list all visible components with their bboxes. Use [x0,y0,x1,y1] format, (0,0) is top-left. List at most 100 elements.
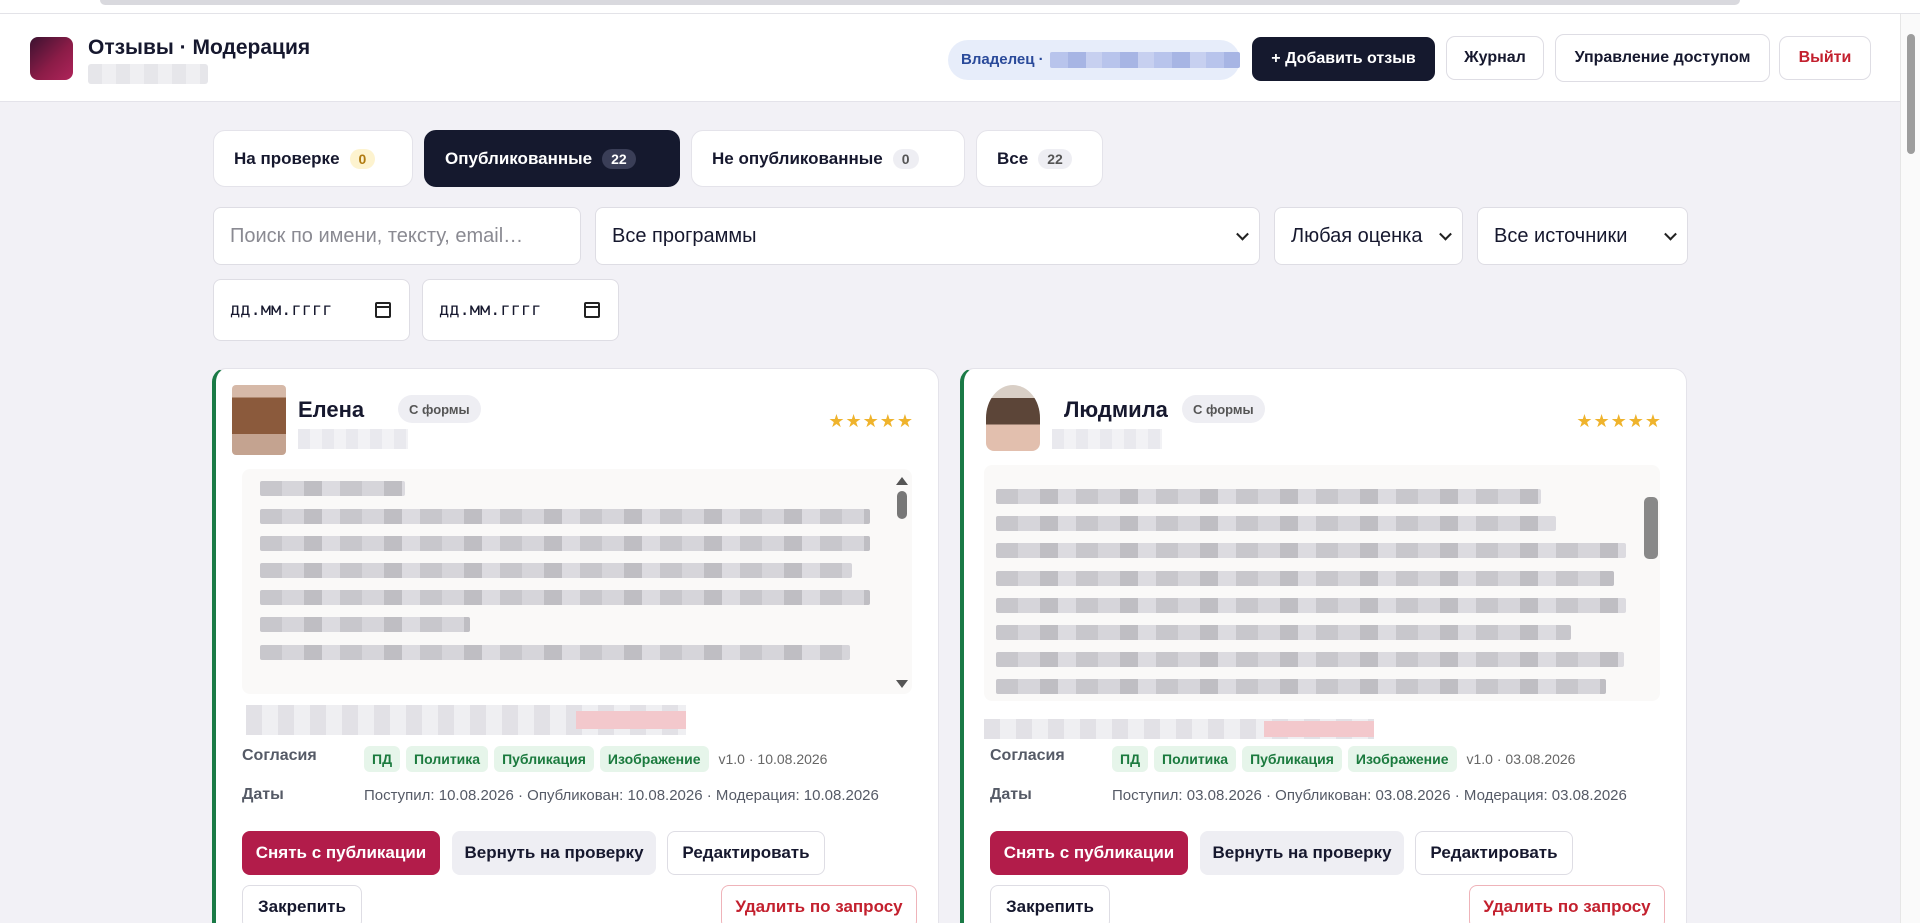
owner-label: Владелец · [961,51,1044,68]
source-chip: С формы [1182,395,1265,423]
redacted-highlight [1264,721,1374,737]
tab-count-badge: 22 [602,148,636,169]
review-text-line [996,652,1624,667]
app-title: Отзывы · Модерация [88,36,311,59]
user-email-redacted [88,64,208,84]
dates-text: Поступил: 10.08.2026 · Опубликован: 10.0… [364,787,879,804]
date-to-input[interactable]: дд.мм.гггг [422,279,619,341]
tab-pending[interactable]: На проверке 0 [213,130,413,187]
review-text-line [996,571,1614,586]
review-text-line [260,590,870,605]
delete-on-request-button[interactable]: Удалить по запросу [721,885,917,923]
edit-button[interactable]: Редактировать [667,831,825,875]
calendar-icon[interactable] [375,302,391,318]
review-text-line [996,598,1626,613]
unpublish-button[interactable]: Снять с публикации [242,831,440,875]
consents-list: ПД Политика Публикация Изображение v1.0 … [364,746,827,772]
review-text-line [996,489,1541,504]
journal-button[interactable]: Журнал [1446,36,1544,80]
review-text-line [260,481,405,496]
return-to-review-button[interactable]: Вернуть на проверку [452,831,656,875]
tab-all[interactable]: Все 22 [976,130,1103,187]
tab-unpublished[interactable]: Не опубликованные 0 [691,130,965,187]
review-card: Елена С формы ★★★★★ Согласия ПД Политика… [212,368,939,923]
chevron-down-icon [1439,227,1452,241]
browser-top-strip [0,0,1920,14]
unpublish-button[interactable]: Снять с публикации [990,831,1188,875]
rating-select[interactable]: Любая оценка [1274,207,1463,265]
redacted-highlight [576,711,686,729]
rating-stars: ★★★★★ [1576,411,1662,431]
review-text-line [260,645,850,660]
consent-chip: Изображение [599,746,709,772]
dates-label: Даты [990,786,1032,803]
review-text-line [996,679,1606,694]
consent-chip: Изображение [1347,746,1457,772]
pin-button[interactable]: Закрепить [990,885,1110,923]
reviewer-meta-redacted [298,429,408,449]
source-chip: С формы [398,395,481,423]
chevron-down-icon [1664,227,1677,241]
consent-chip: Публикация [1242,746,1342,772]
chevron-down-icon [1236,227,1249,241]
avatar [986,385,1040,451]
delete-on-request-button[interactable]: Удалить по запросу [1469,885,1665,923]
date-from-value: дд.мм.гггг [230,300,333,320]
add-review-button[interactable]: + Добавить отзыв [1252,37,1435,81]
tab-count-badge: 0 [349,148,376,169]
reviewer-meta-redacted [1052,429,1162,449]
reviewer-name: Елена [298,397,365,422]
tab-published[interactable]: Опубликованные 22 [424,130,680,187]
source-select-value: Все источники [1494,224,1628,247]
tab-count-badge: 0 [892,148,919,169]
owner-badge: Владелец · [948,40,1240,80]
rating-select-value: Любая оценка [1291,224,1423,247]
scrollbar-thumb[interactable] [1907,34,1915,154]
contact-meta-redacted [984,719,1374,739]
logout-button[interactable]: Выйти [1779,36,1871,80]
review-text-line [996,516,1556,531]
consent-chip: Публикация [494,746,594,772]
tab-label: На проверке [234,148,340,168]
tab-label: Не опубликованные [712,148,883,168]
review-text-box[interactable] [242,469,912,694]
consent-chip: ПД [1112,746,1149,772]
review-text-box[interactable] [984,465,1660,701]
review-card: Людмила С формы ★★★★★ Согласия ПД Полити… [960,368,1687,923]
program-select-value: Все программы [612,224,757,247]
page-scrollbar[interactable] [1900,14,1920,923]
tab-label: Опубликованные [445,148,593,168]
pin-button[interactable]: Закрепить [242,885,362,923]
owner-name-redacted [1049,52,1240,69]
review-text-line [996,543,1626,558]
consent-version: v1.0 · 03.08.2026 [1466,751,1576,767]
review-text-line [996,625,1571,640]
edit-button[interactable]: Редактировать [1415,831,1573,875]
dates-label: Даты [242,786,284,803]
contact-meta-redacted [246,705,686,735]
app-header: Отзывы · Модерация Владелец · + Добавить… [0,14,1900,102]
review-text-line [260,563,852,578]
access-management-button[interactable]: Управление доступом [1555,34,1770,82]
program-select[interactable]: Все программы [595,207,1260,265]
source-select[interactable]: Все источники [1477,207,1688,265]
scroll-down-arrow[interactable] [896,680,908,688]
scroll-thumb[interactable] [1644,497,1658,559]
scroll-thumb[interactable] [897,491,907,519]
app-logo [30,37,73,80]
rating-stars: ★★★★★ [828,411,914,431]
consent-version: v1.0 · 10.08.2026 [718,751,828,767]
date-from-input[interactable]: дд.мм.гггг [213,279,410,341]
consents-list: ПД Политика Публикация Изображение v1.0 … [1112,746,1575,772]
review-text-line [260,536,870,551]
calendar-icon[interactable] [584,302,600,318]
tab-label: Все [997,148,1029,168]
scroll-up-arrow[interactable] [896,477,908,485]
review-text-line [260,509,870,524]
search-input[interactable]: Поиск по имени, тексту, email… [213,207,581,265]
return-to-review-button[interactable]: Вернуть на проверку [1200,831,1404,875]
tab-count-badge: 22 [1038,148,1072,169]
consents-label: Согласия [990,747,1065,764]
top-scroll-bar [100,0,1740,5]
consents-label: Согласия [242,747,317,764]
